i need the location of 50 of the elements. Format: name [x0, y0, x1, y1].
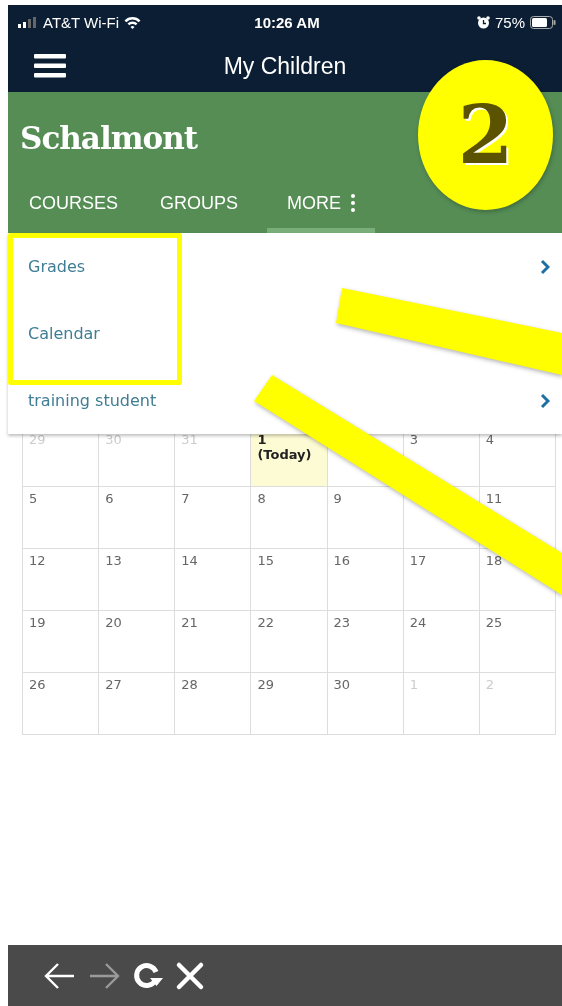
day-number: 26: [29, 677, 46, 692]
day-number: 24: [409, 615, 427, 630]
back-arrow-icon: [43, 960, 77, 991]
menu-item[interactable]: Calendar: [28, 324, 100, 343]
day-number: 7: [181, 491, 190, 506]
more-icon: [351, 194, 356, 212]
reload-icon: [131, 960, 165, 991]
clock-time: 10:26 AM: [254, 14, 320, 31]
day-number: 25: [485, 615, 503, 630]
day-number: 8: [257, 491, 266, 506]
menu-icon: [34, 54, 66, 78]
day-number: 17: [409, 553, 427, 568]
day-number: 1 (Today): [257, 432, 312, 462]
tab[interactable]: COURSES: [16, 184, 131, 233]
alarm-icon: [476, 16, 490, 29]
day-number: 30: [333, 677, 351, 692]
menu-item[interactable]: training student: [28, 391, 157, 410]
chevron-right-icon: [540, 258, 550, 275]
day-number: 12: [29, 553, 46, 568]
day-number: 19: [29, 615, 46, 630]
wifi-icon: [124, 16, 142, 29]
chevron-right-icon: [540, 392, 550, 409]
tab[interactable]: GROUPS: [147, 184, 252, 233]
signal-icon: [18, 17, 38, 28]
close-icon: [175, 960, 205, 991]
day-number: 28: [181, 677, 198, 692]
day-number: 3: [409, 432, 418, 447]
day-number: 15: [257, 553, 274, 568]
day-number: 29: [257, 677, 274, 692]
day-number: 9: [333, 491, 342, 506]
day-number: 21: [181, 615, 198, 630]
menu-item[interactable]: Grades: [28, 257, 86, 276]
day-number: 27: [105, 677, 122, 692]
day-number: 5: [29, 491, 38, 506]
day-number: 6: [105, 491, 114, 506]
day-number: 22: [257, 615, 274, 630]
carrier-name: AT&T Wi-Fi: [43, 14, 120, 31]
day-number: 4: [485, 432, 495, 447]
forward-arrow-icon: [87, 960, 121, 991]
day-number: 16: [333, 553, 351, 568]
page-title: My Children: [223, 52, 347, 79]
day-number: 20: [105, 615, 122, 630]
day-number: 23: [333, 615, 351, 630]
day-number: 14: [181, 553, 198, 568]
district-logo: Schalmont: [20, 120, 197, 156]
day-number: 13: [105, 553, 122, 568]
battery-percent: 75%: [494, 14, 525, 31]
day-number: 11: [485, 491, 503, 506]
day-number: 18: [485, 553, 503, 568]
battery-icon: [530, 16, 556, 29]
